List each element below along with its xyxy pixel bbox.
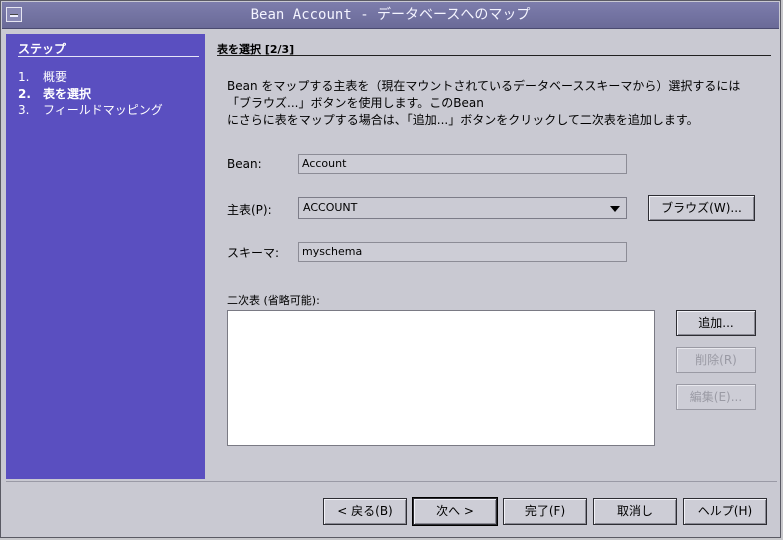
step-label: 表を選択 xyxy=(43,87,92,101)
description-line: Bean をマップする主表を（現在マウントされているデータベーススキーマから）選… xyxy=(227,79,741,93)
add-button[interactable]: 追加... xyxy=(676,310,756,336)
step-label: フィールドマッピング xyxy=(43,103,163,117)
step-overview: 1. 概要 xyxy=(18,68,67,85)
window-title: Bean Account - データベースへのマップ xyxy=(250,7,531,23)
section-divider xyxy=(217,55,771,56)
bean-field: Account xyxy=(298,154,627,174)
title-bar: Bean Account - データベースへのマップ xyxy=(2,2,779,29)
secondary-tables-list[interactable] xyxy=(227,310,655,446)
description-text: Bean をマップする主表を（現在マウントされているデータベーススキーマから）選… xyxy=(227,78,767,129)
steps-divider xyxy=(18,56,199,57)
description-line: 「ブラウズ...」ボタンを使用します。このBean xyxy=(227,96,484,110)
bean-label: Bean: xyxy=(227,157,262,171)
next-button[interactable]: 次へ > xyxy=(413,498,497,525)
description-line: にさらに表をマップする場合は、「追加...」ボタンをクリックして二次表を追加しま… xyxy=(227,113,699,127)
wizard-window: Bean Account - データベースへのマップ ステップ 1. 概要 2. 表… xyxy=(0,0,781,538)
step-number: 2. xyxy=(18,87,31,101)
secondary-tables-label: 二次表 (省略可能): xyxy=(227,294,320,307)
dropdown-arrow-icon xyxy=(610,206,620,212)
edit-button[interactable]: 編集(E)... xyxy=(676,384,756,410)
step-field-mapping: 3. フィールドマッピング xyxy=(18,101,163,118)
primary-table-value: ACCOUNT xyxy=(303,201,358,214)
main-panel: 表を選択 [2/3] Bean をマップする主表を（現在マウントされているデータ… xyxy=(205,34,777,479)
schema-field: myschema xyxy=(298,242,627,262)
steps-sidebar: ステップ 1. 概要 2. 表を選択 3. フィールドマッピング xyxy=(6,34,205,479)
window-menu-button[interactable] xyxy=(6,7,22,22)
step-number: 3. xyxy=(18,103,30,117)
primary-table-combo[interactable]: ACCOUNT xyxy=(298,197,627,219)
footer-divider xyxy=(6,481,777,482)
steps-heading: ステップ xyxy=(18,42,67,56)
browse-button[interactable]: ブラウズ(W)... xyxy=(648,195,755,221)
finish-button[interactable]: 完了(F) xyxy=(503,498,587,525)
back-button[interactable]: < 戻る(B) xyxy=(323,498,407,525)
step-label: 概要 xyxy=(43,70,68,84)
step-select-table: 2. 表を選択 xyxy=(18,85,91,102)
schema-label: スキーマ: xyxy=(227,246,280,260)
primary-table-label: 主表(P): xyxy=(227,203,272,217)
cancel-button[interactable]: 取消し xyxy=(593,498,677,525)
step-number: 1. xyxy=(18,70,30,84)
help-button[interactable]: ヘルプ(H) xyxy=(683,498,767,525)
remove-button[interactable]: 削除(R) xyxy=(676,347,756,373)
